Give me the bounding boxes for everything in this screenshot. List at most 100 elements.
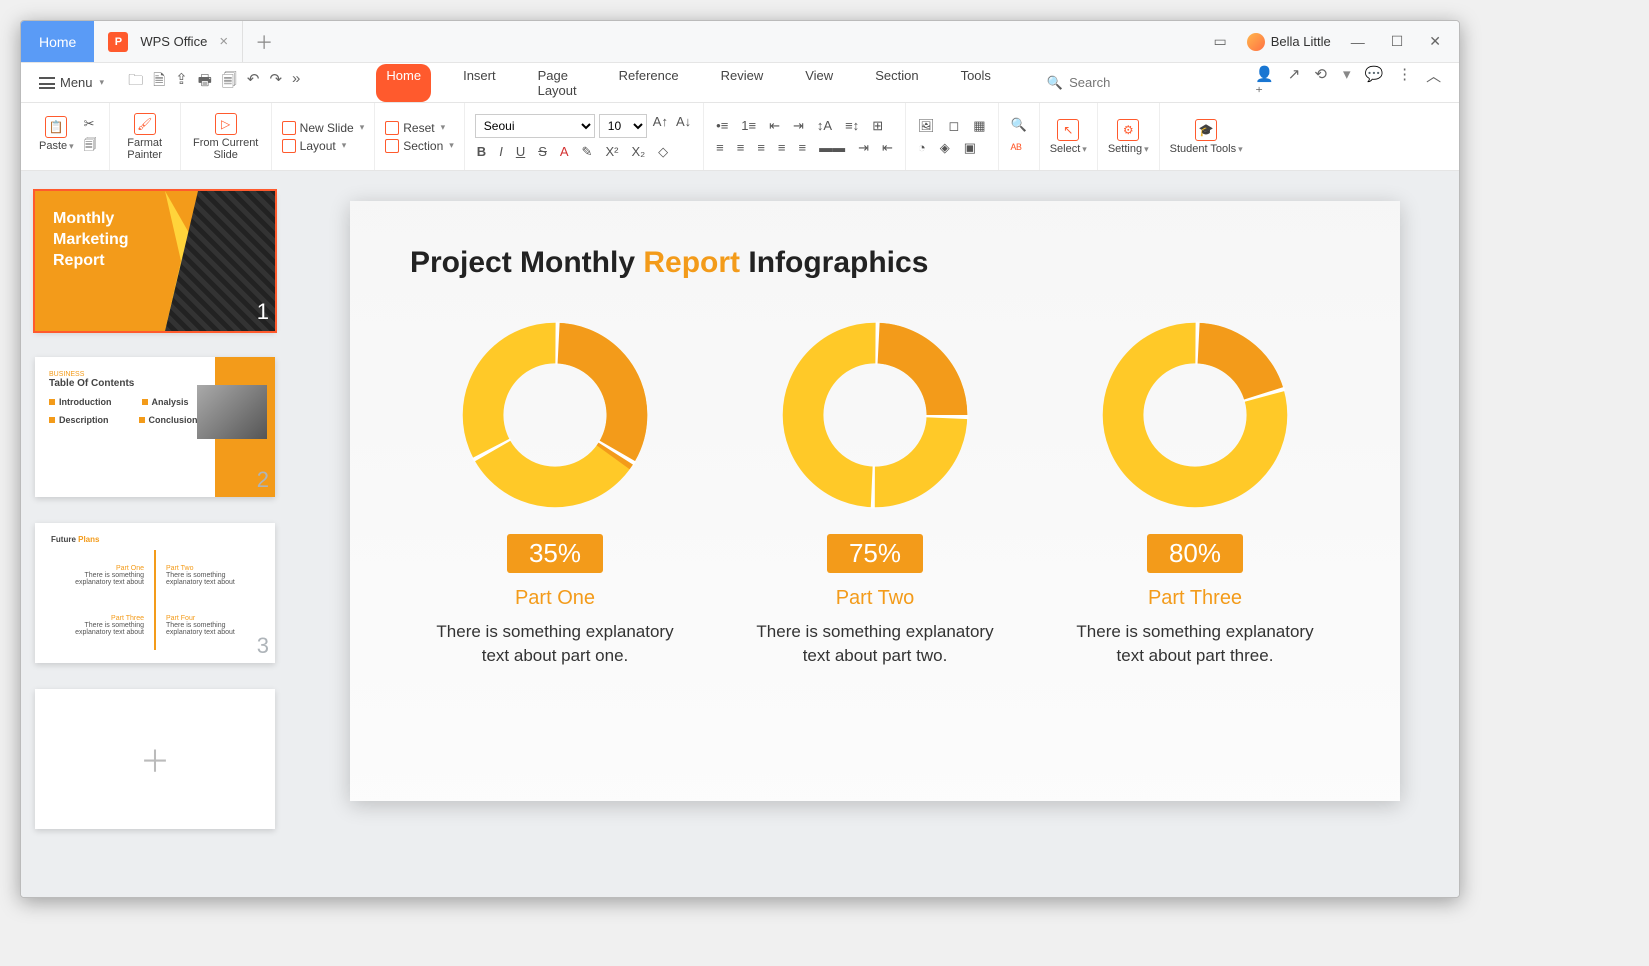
from-current-slide-button[interactable]: ▷ From Current Slide	[191, 113, 261, 161]
clear-format-icon[interactable]: ◇	[656, 144, 670, 160]
feedback-icon[interactable]: 💬	[1364, 65, 1383, 101]
indent-less-icon[interactable]: ⇤	[880, 140, 895, 156]
slide-thumbnail-2[interactable]: BUSINESS Table Of Contents Introduction …	[35, 357, 275, 497]
slide-thumbnail-panel[interactable]: Monthly Marketing Report 1 BUSINESS Tabl…	[21, 171, 301, 897]
strike-icon[interactable]: S	[536, 144, 549, 160]
print-icon[interactable]: 🖶	[198, 70, 212, 95]
cut-icon[interactable]: ✂	[82, 116, 99, 132]
bold-icon[interactable]: B	[475, 144, 488, 160]
justify-icon[interactable]: ≡	[776, 140, 788, 156]
font-family-select[interactable]: Seoui	[475, 114, 595, 138]
slide-icon	[282, 121, 296, 135]
close-tab-icon[interactable]: ×	[219, 33, 228, 50]
section-button[interactable]: Section▾	[385, 139, 454, 153]
underline-icon[interactable]: U	[514, 144, 527, 160]
print-preview-icon[interactable]: 🗐	[222, 70, 237, 95]
close-window-icon[interactable]: ✕	[1423, 29, 1447, 54]
increase-indent-icon[interactable]: ⇥	[791, 118, 806, 134]
layout-button[interactable]: Layout▾	[282, 139, 365, 153]
align-center-icon[interactable]: ≡	[735, 140, 747, 156]
tab-reference[interactable]: Reference	[609, 64, 689, 102]
shapes-icon[interactable]: ◻	[946, 118, 961, 134]
numbering-icon[interactable]: 1≡	[739, 118, 758, 134]
columns-icon[interactable]: ▬▬	[817, 140, 847, 156]
student-tools-button[interactable]: 🎓 Student Tools▾	[1170, 119, 1243, 155]
search-input[interactable]	[1069, 75, 1249, 90]
compact-mode-icon[interactable]: ▭	[1207, 29, 1232, 54]
more-qat-icon[interactable]: »	[292, 70, 300, 95]
chevron-down-icon[interactable]: ▾	[1343, 65, 1351, 101]
align-right-icon[interactable]: ≡	[755, 140, 767, 156]
document-tab[interactable]: P WPS Office ×	[94, 21, 243, 62]
user-badge[interactable]: Bella Little	[1247, 33, 1331, 51]
shape-outline-icon[interactable]: ◈	[938, 140, 952, 156]
undo-icon[interactable]: ↶	[247, 70, 260, 95]
home-mode-button[interactable]: Home	[21, 21, 94, 62]
superscript-icon[interactable]: X²	[603, 144, 620, 160]
slide-thumbnail-3[interactable]: Future Plans Part OneThere is something …	[35, 523, 275, 663]
thumb-number: 2	[257, 467, 269, 493]
copy-icon[interactable]: 🗐	[82, 136, 99, 158]
add-slide-thumbnail[interactable]: ＋	[35, 689, 275, 829]
search-box[interactable]: 🔍	[1047, 75, 1249, 91]
decrease-indent-icon[interactable]: ⇤	[767, 118, 782, 134]
paste-button[interactable]: 📋 Paste▾	[39, 116, 74, 158]
add-collaborator-icon[interactable]: 👤⁺	[1255, 65, 1274, 101]
open-icon[interactable]: 🗀	[128, 70, 143, 95]
text-direction-icon[interactable]: ↕A	[815, 118, 834, 134]
part-desc: There is something explanatory text abou…	[745, 620, 1005, 668]
donut-card-3[interactable]: 80% Part Three There is something explan…	[1065, 320, 1325, 668]
highlight-icon[interactable]: ✎	[580, 144, 595, 160]
slide-canvas-area[interactable]: Project Monthly Report Infographics 35% …	[301, 171, 1459, 897]
shrink-font-icon[interactable]: A↓	[674, 114, 693, 138]
tab-review[interactable]: Review	[711, 64, 774, 102]
align-left-icon[interactable]: ≡	[714, 140, 726, 156]
new-tab-button[interactable]: ＋	[243, 29, 285, 55]
font-size-select[interactable]: 10	[599, 114, 647, 138]
font-color-icon[interactable]: A	[558, 144, 571, 160]
indent-more-icon[interactable]: ⇥	[856, 140, 871, 156]
shape-effects-icon[interactable]: ▣	[962, 140, 978, 156]
donut-card-1[interactable]: 35% Part One There is something explanat…	[425, 320, 685, 668]
find-icon[interactable]: 🔍	[1009, 117, 1029, 132]
save-icon[interactable]: 🗎	[153, 70, 165, 95]
redo-icon[interactable]: ↷	[269, 70, 282, 95]
slide-thumbnail-1[interactable]: Monthly Marketing Report 1	[35, 191, 275, 331]
italic-icon[interactable]: I	[497, 144, 505, 160]
format-painter-button[interactable]: 🖌 Farmat Painter	[120, 113, 170, 161]
distribute-icon[interactable]: ≡	[797, 140, 809, 156]
ribbon: 📋 Paste▾ ✂ 🗐 🖌 Farmat Painter ▷ From Cur…	[21, 103, 1459, 171]
slide-canvas[interactable]: Project Monthly Report Infographics 35% …	[350, 201, 1400, 801]
tab-page-layout[interactable]: Page Layout	[528, 64, 587, 102]
tab-tools[interactable]: Tools	[951, 64, 1001, 102]
donut-chart-2	[780, 320, 970, 510]
thumb-number: 1	[257, 298, 269, 327]
reset-button[interactable]: Reset▾	[385, 121, 454, 135]
tab-insert[interactable]: Insert	[453, 64, 506, 102]
align-text-icon[interactable]: ⊞	[870, 118, 885, 134]
line-spacing-icon[interactable]: ≡↕	[843, 118, 861, 134]
tab-section[interactable]: Section	[865, 64, 928, 102]
subscript-icon[interactable]: X₂	[629, 144, 647, 160]
arrange-icon[interactable]: ▦	[971, 118, 987, 134]
tab-home[interactable]: Home	[376, 64, 431, 102]
new-slide-button[interactable]: New Slide▾	[282, 121, 365, 135]
bullets-icon[interactable]: •≡	[714, 118, 730, 134]
share-icon[interactable]: ↗	[1288, 65, 1301, 101]
picture-icon[interactable]: 🖼	[916, 118, 937, 134]
menu-button[interactable]: Menu ▾	[31, 71, 112, 94]
donut-card-2[interactable]: 75% Part Two There is something explanat…	[745, 320, 1005, 668]
replace-icon[interactable]: ᴬᴮ	[1009, 141, 1024, 156]
kebab-icon[interactable]: ⋮	[1397, 65, 1412, 101]
grow-font-icon[interactable]: A↑	[651, 114, 670, 138]
slide-title[interactable]: Project Monthly Report Infographics	[410, 246, 1340, 280]
export-icon[interactable]: ⇪	[175, 70, 188, 95]
tab-view[interactable]: View	[795, 64, 843, 102]
maximize-icon[interactable]: ☐	[1385, 29, 1410, 54]
collapse-ribbon-icon[interactable]: ︿	[1426, 65, 1441, 101]
shape-fill-icon[interactable]: ◔	[916, 140, 928, 156]
minimize-icon[interactable]: —	[1345, 30, 1371, 54]
select-button[interactable]: ↖ Select▾	[1050, 119, 1087, 155]
setting-button[interactable]: ⚙ Setting▾	[1108, 119, 1149, 155]
history-icon[interactable]: ⟲	[1314, 65, 1327, 101]
